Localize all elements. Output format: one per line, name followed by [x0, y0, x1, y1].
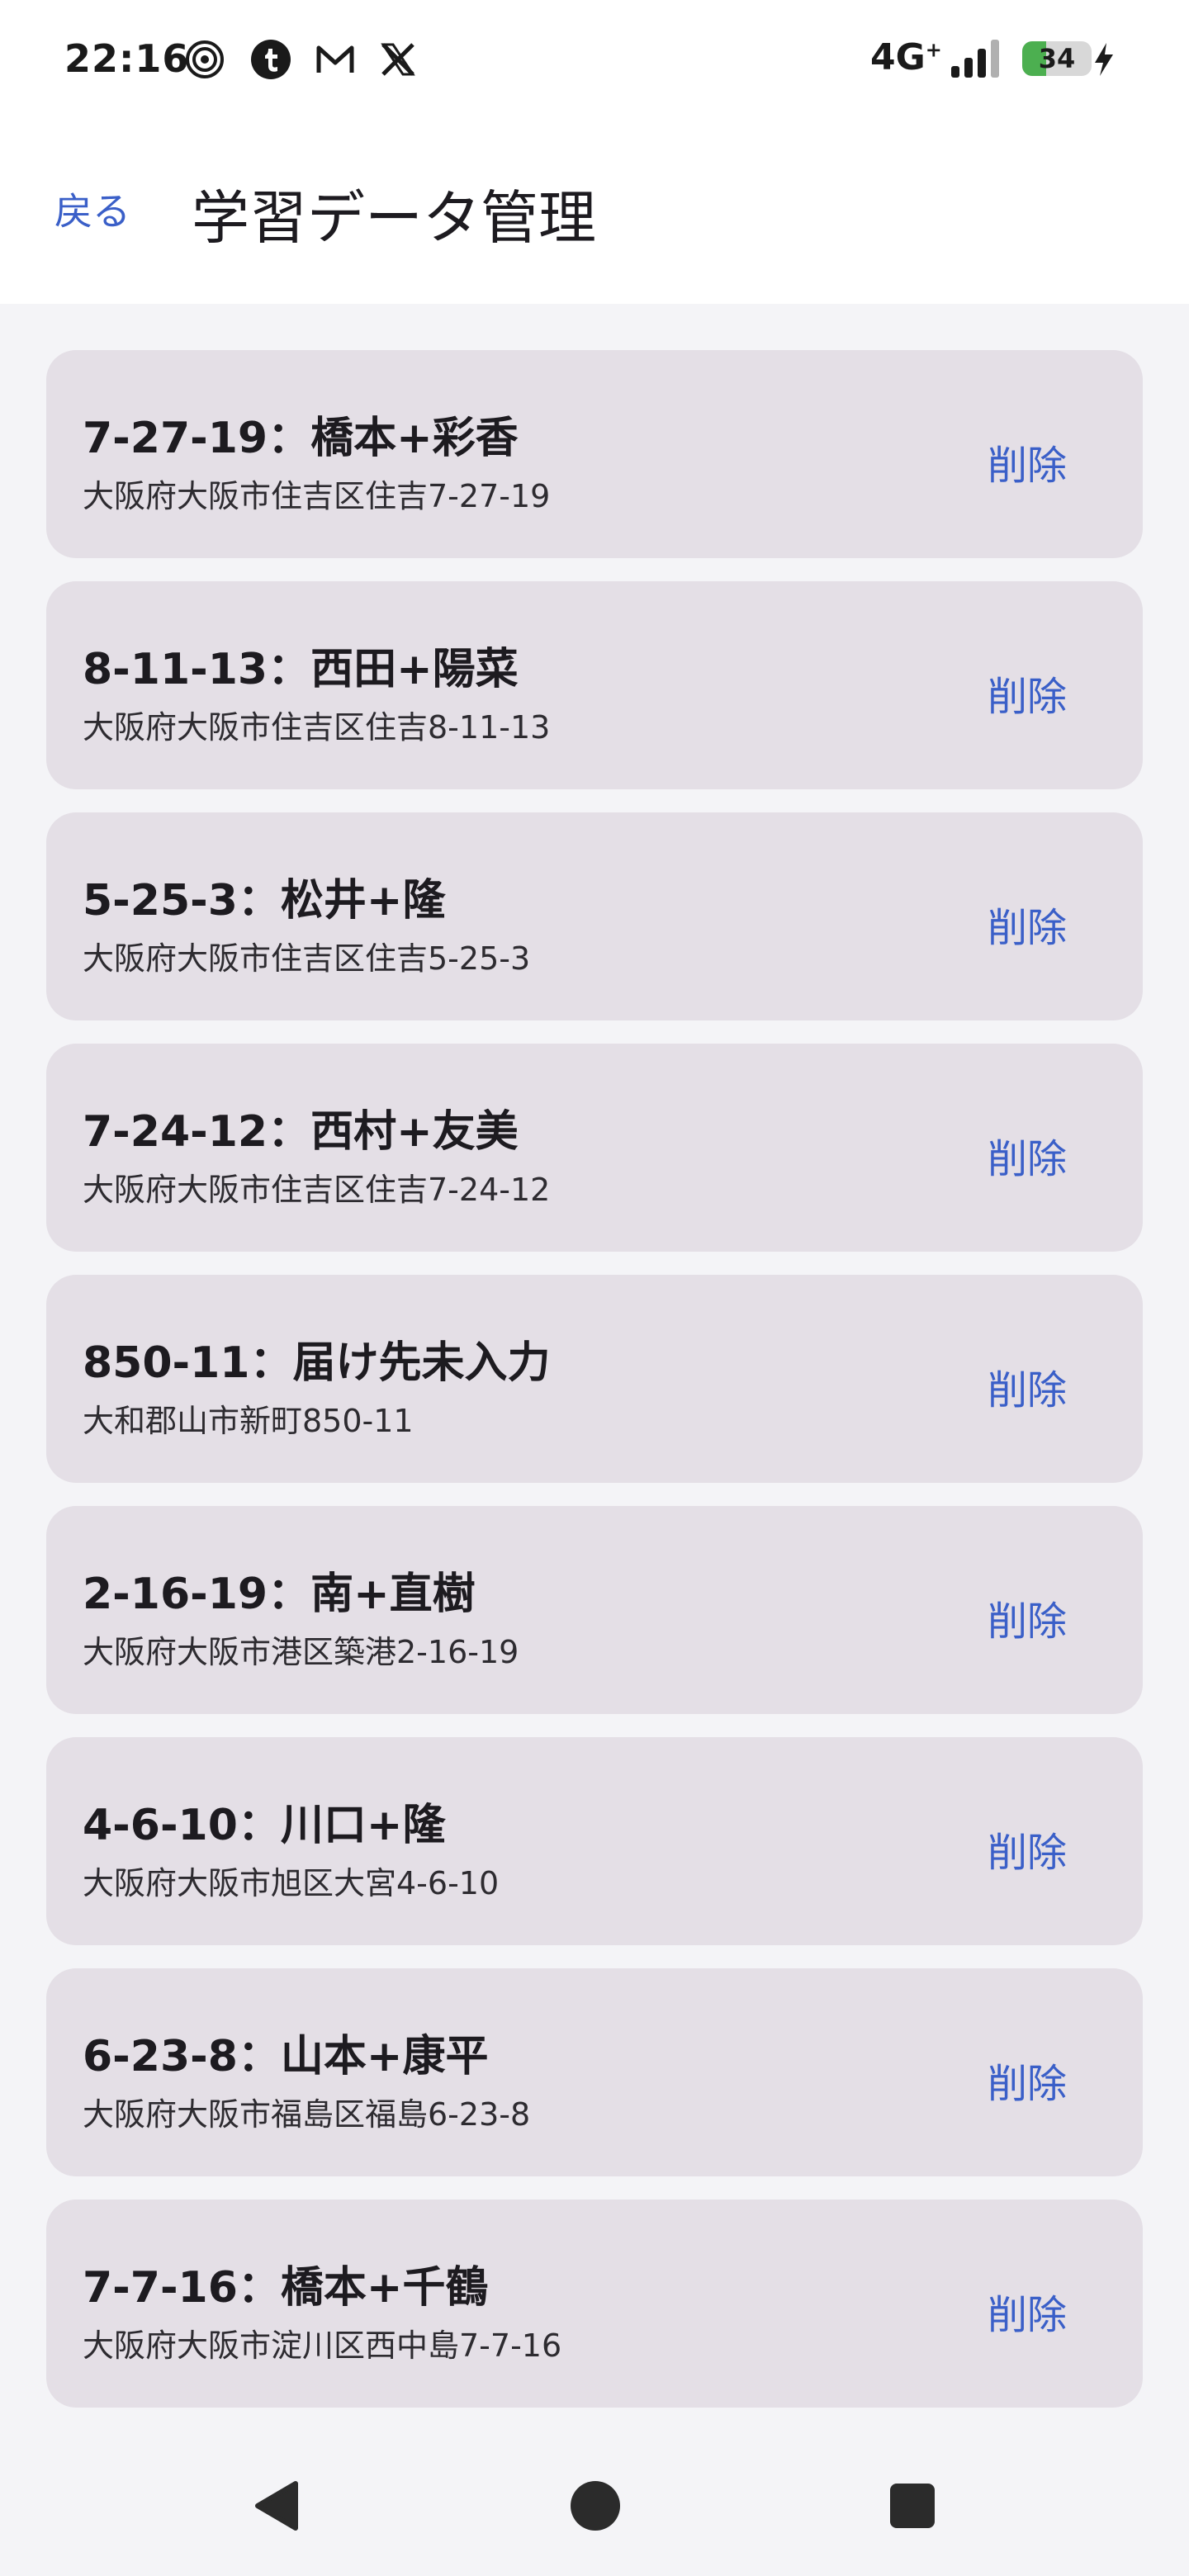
home-circle-icon[interactable] — [566, 2477, 624, 2535]
item-address: 大阪府大阪市淀川区西中島7-7-16 — [83, 2327, 562, 2364]
list-item[interactable]: 6-23-8：山本+康平大阪府大阪市福島区福島6-23-8 削除 — [46, 1968, 1143, 2176]
network-type: 4G — [870, 36, 926, 78]
gmail-icon — [316, 45, 354, 73]
item-address: 大阪府大阪市住吉区住吉8-11-13 — [83, 709, 551, 746]
item-address: 大阪府大阪市住吉区住吉5-25-3 — [83, 940, 531, 977]
delete-button[interactable]: 削除 — [988, 1357, 1067, 1415]
network-plus: + — [925, 38, 942, 62]
item-title: 5-25-3：松井+隆 — [83, 876, 446, 926]
list-item[interactable]: 7-7-16：橋本+千鶴大阪府大阪市淀川区西中島7-7-16 削除 — [46, 2200, 1143, 2408]
delete-button[interactable]: 削除 — [988, 2282, 1067, 2340]
item-title: 8-11-13：西田+陽菜 — [83, 645, 519, 694]
list-item[interactable]: 5-25-3：松井+隆大阪府大阪市住吉区住吉5-25-3 削除 — [46, 812, 1143, 1020]
charging-bolt-icon — [1095, 43, 1113, 76]
target-icon — [186, 40, 224, 78]
signal-icon — [951, 40, 999, 78]
x-icon — [381, 43, 415, 76]
app-header: 戻る 学習データ管理 — [0, 116, 1189, 304]
navigation-bar — [0, 2436, 1189, 2576]
recents-square-icon[interactable] — [883, 2477, 941, 2535]
item-title: 850-11：届け先未入力 — [83, 1338, 551, 1388]
item-address: 大阪府大阪市港区築港2-16-19 — [83, 1634, 519, 1670]
delete-button[interactable]: 削除 — [988, 1589, 1067, 1646]
item-address: 大阪府大阪市住吉区住吉7-24-12 — [83, 1172, 551, 1208]
item-title: 4-6-10：川口+隆 — [83, 1801, 446, 1850]
battery-level: 34 — [1038, 43, 1076, 74]
item-title: 6-23-8：山本+康平 — [83, 2032, 489, 2081]
item-address: 大和郡山市新町850-11 — [83, 1403, 414, 1439]
delete-button[interactable]: 削除 — [988, 2051, 1067, 2109]
item-address: 大阪府大阪市住吉区住吉7-27-19 — [83, 478, 551, 514]
item-address: 大阪府大阪市旭区大宮4-6-10 — [83, 1865, 500, 1901]
item-title: 2-16-19：南+直樹 — [83, 1570, 476, 1619]
item-title: 7-27-19：橋本+彩香 — [83, 414, 519, 463]
item-address: 大阪府大阪市福島区福島6-23-8 — [83, 2096, 531, 2133]
list-item[interactable]: 7-24-12：西村+友美大阪府大阪市住吉区住吉7-24-12 削除 — [46, 1044, 1143, 1252]
page-title: 学習データ管理 — [192, 184, 596, 252]
list-item[interactable]: 4-6-10：川口+隆大阪府大阪市旭区大宮4-6-10 削除 — [46, 1737, 1143, 1945]
screen: 22:16 4G+ 34 戻る 学習データ管理 7-27-19：橋本+彩香 大阪… — [0, 0, 1189, 2576]
item-title: 7-7-16：橋本+千鶴 — [83, 2263, 489, 2313]
delete-button[interactable]: 削除 — [988, 1820, 1067, 1878]
network-indicator: 4G+ — [870, 36, 942, 78]
status-time: 22:16 — [64, 36, 190, 81]
data-list: 7-27-19：橋本+彩香 大阪府大阪市住吉区住吉7-27-19 削除 8-11-13… — [46, 350, 1143, 2431]
back-button[interactable]: 戻る — [54, 182, 130, 236]
status-bar: 22:16 4G+ 34 — [0, 0, 1189, 116]
list-item[interactable]: 2-16-19：南+直樹大阪府大阪市港区築港2-16-19 削除 — [46, 1506, 1143, 1714]
battery-indicator: 34 — [1022, 41, 1092, 76]
list-item[interactable]: 8-11-13：西田+陽菜大阪府大阪市住吉区住吉8-11-13 削除 — [46, 581, 1143, 789]
back-triangle-icon[interactable] — [248, 2477, 306, 2535]
delete-button[interactable]: 削除 — [988, 433, 1067, 490]
list-item[interactable]: 7-27-19：橋本+彩香大阪府大阪市住吉区住吉7-27-19 削除 — [46, 350, 1143, 558]
tumblr-icon — [251, 40, 291, 79]
data-list-container[interactable]: 7-27-19：橋本+彩香 大阪府大阪市住吉区住吉7-27-19 削除 8-11-13… — [0, 304, 1189, 2436]
list-item[interactable]: 850-11：届け先未入力大和郡山市新町850-11 削除 — [46, 1275, 1143, 1483]
delete-button[interactable]: 削除 — [988, 1126, 1067, 1184]
item-title: 7-24-12：西村+友美 — [83, 1107, 519, 1157]
delete-button[interactable]: 削除 — [988, 895, 1067, 953]
delete-button[interactable]: 削除 — [988, 664, 1067, 722]
